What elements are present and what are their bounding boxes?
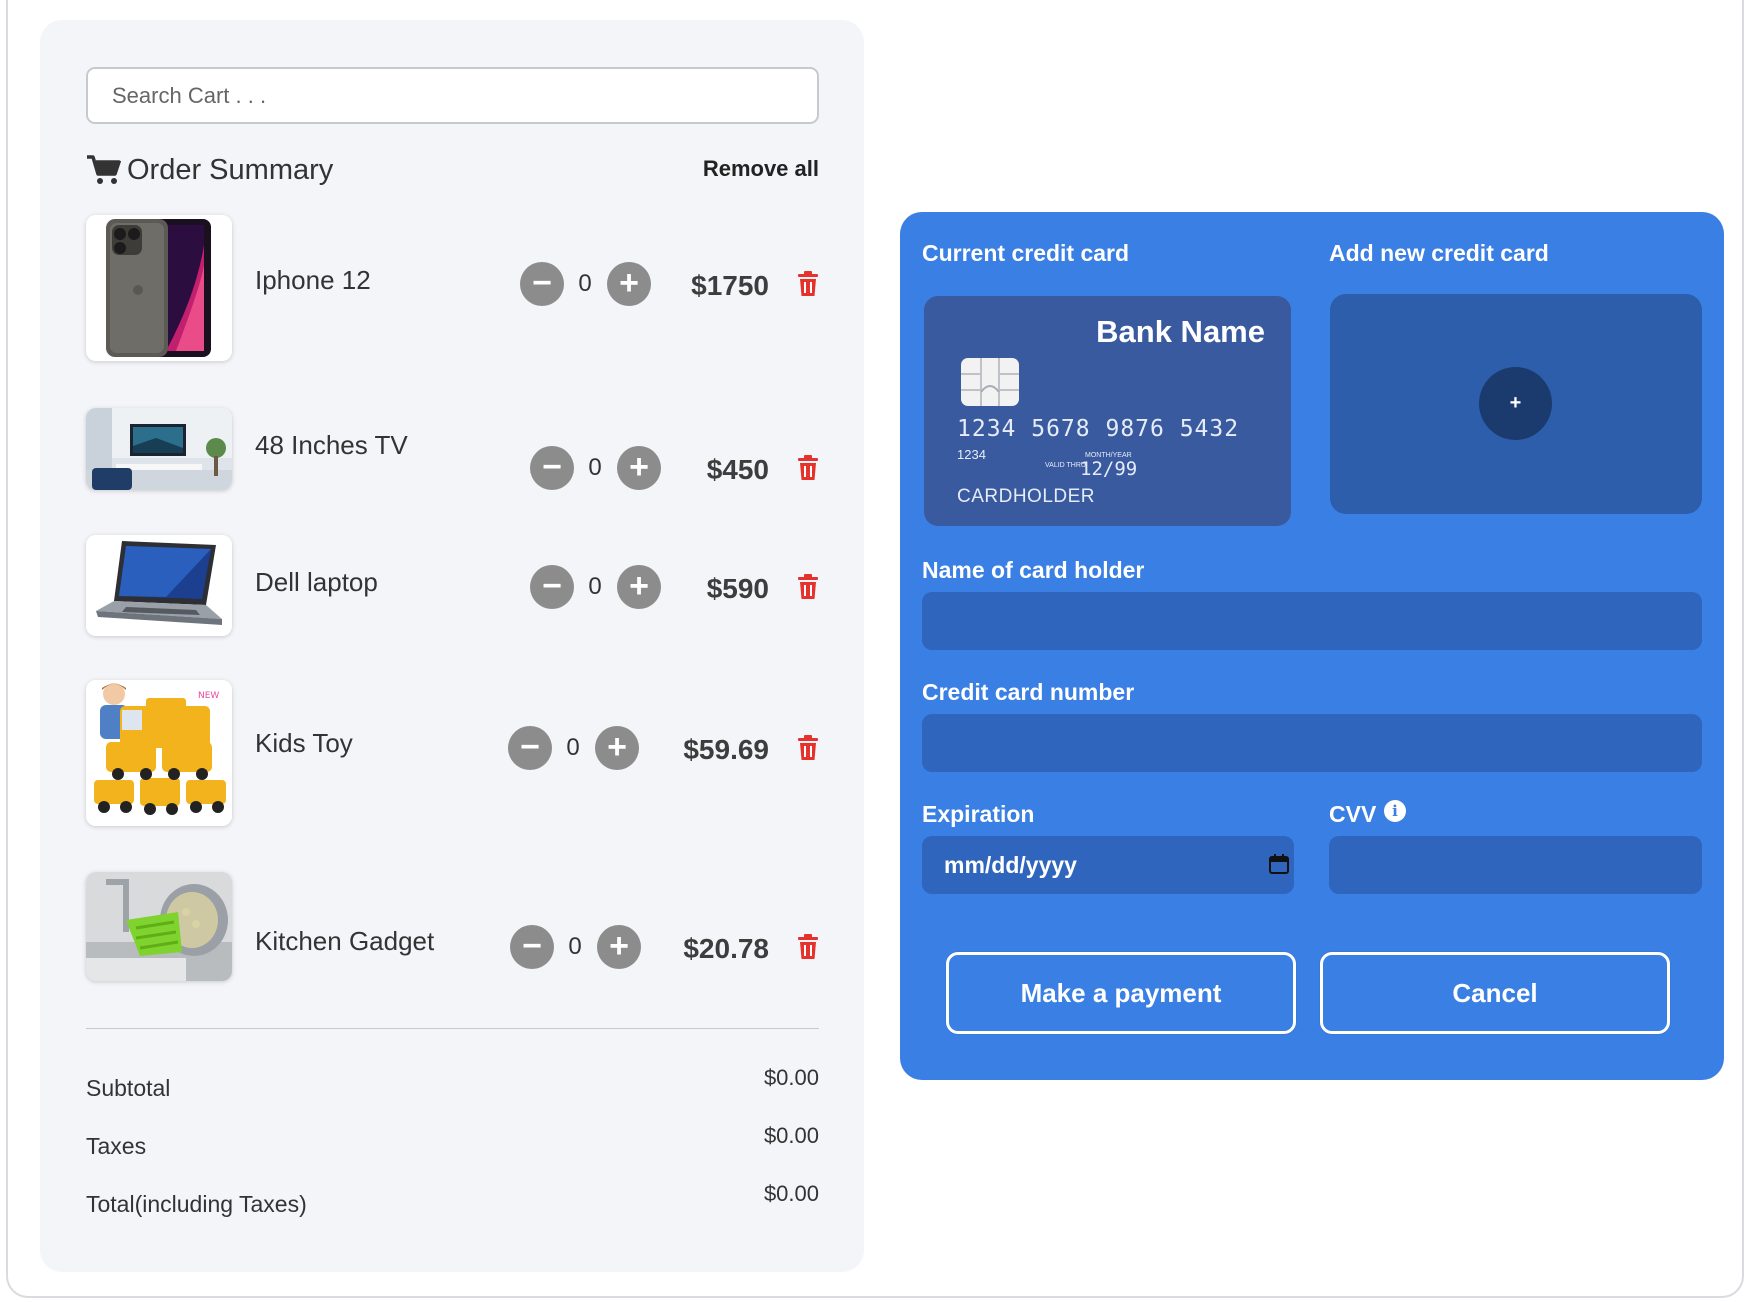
quantity-value: 0 <box>568 933 582 960</box>
app-frame: Order Summary Remove all <box>6 0 1744 1298</box>
cardholder-name-input[interactable] <box>922 592 1702 650</box>
trash-icon[interactable] <box>797 934 819 960</box>
total-label: Total(including Taxes) <box>86 1191 307 1217</box>
add-card-label: Add new credit card <box>1329 240 1549 266</box>
trash-icon[interactable] <box>797 574 819 600</box>
credit-card-preview: Bank Name 1234 5678 9876 5432 1234 VALID… <box>924 296 1291 526</box>
increase-quantity-button[interactable]: + <box>617 565 661 609</box>
quantity-stepper: − 0 + <box>530 446 661 490</box>
current-card-label: Current credit card <box>922 240 1130 266</box>
quantity-value: 0 <box>566 734 580 761</box>
cardholder-name: CARDHOLDER <box>957 486 1096 507</box>
quantity-stepper: − 0 + <box>508 726 639 770</box>
order-summary-title: Order Summary <box>127 154 334 186</box>
card-number-input[interactable] <box>922 714 1702 772</box>
increase-quantity-button[interactable]: + <box>607 262 651 306</box>
taxes-row: Taxes $0.00 <box>86 1123 819 1159</box>
item-price: $590 <box>706 573 769 604</box>
cart-item: Kitchen Gadget − 0 + $20.78 <box>86 872 819 981</box>
card-number: 1234 5678 9876 5432 <box>957 416 1240 442</box>
cancel-button[interactable]: Cancel <box>1320 952 1670 1034</box>
decrease-quantity-button[interactable]: − <box>520 262 564 306</box>
taxes-value: $0.00 <box>763 1123 819 1148</box>
cart-item: 48 Inches TV − 0 + $450 <box>86 408 819 490</box>
item-price: $59.69 <box>683 734 769 765</box>
taxes-label: Taxes <box>86 1133 147 1159</box>
cardholder-name-label: Name of card holder <box>922 557 1145 583</box>
total-value: $0.00 <box>763 1181 819 1206</box>
decrease-quantity-button[interactable]: − <box>530 565 574 609</box>
quantity-stepper: − 0 + <box>530 565 661 609</box>
cart-panel: Order Summary Remove all <box>40 20 864 1272</box>
cart-item: NEW Kids Toy − 0 + $59.69 <box>86 680 819 826</box>
calendar-icon[interactable] <box>1269 854 1289 874</box>
decrease-quantity-button[interactable]: − <box>508 726 552 770</box>
item-name: Kitchen Gadget <box>255 926 435 956</box>
increase-quantity-button[interactable]: + <box>617 446 661 490</box>
item-name: Iphone 12 <box>255 265 371 295</box>
expiration-label: Expiration <box>922 801 1035 827</box>
quantity-value: 0 <box>588 573 602 600</box>
increase-quantity-button[interactable]: + <box>595 726 639 770</box>
order-summary-header: Order Summary Remove all <box>86 150 819 190</box>
subtotal-value: $0.00 <box>763 1065 819 1090</box>
total-row: Total(including Taxes) $0.00 <box>86 1181 819 1217</box>
item-name: 48 Inches TV <box>255 430 408 460</box>
card-number-short: 1234 <box>957 447 986 462</box>
increase-quantity-button[interactable]: + <box>597 925 641 969</box>
quantity-stepper: − 0 + <box>510 925 641 969</box>
decrease-quantity-button[interactable]: − <box>510 925 554 969</box>
info-icon[interactable]: i <box>1384 800 1406 822</box>
cvv-input[interactable] <box>1329 836 1702 894</box>
bank-name: Bank Name <box>1096 314 1265 349</box>
cart-item: Iphone 12 − 0 + $1750 <box>86 215 819 361</box>
shopping-cart-icon <box>87 155 121 184</box>
tv-image <box>86 408 232 490</box>
card-expiry: 12/99 <box>1080 458 1138 480</box>
remove-all-button[interactable]: Remove all <box>703 156 819 182</box>
laptop-image <box>86 535 232 636</box>
subtotal-row: Subtotal $0.00 <box>86 1065 819 1101</box>
svg-text:NEW: NEW <box>198 691 219 701</box>
add-icon[interactable]: + <box>1479 367 1552 440</box>
item-price: $450 <box>706 454 769 485</box>
trash-icon[interactable] <box>797 735 819 761</box>
make-payment-button[interactable]: Make a payment <box>946 952 1296 1034</box>
card-chip-icon <box>961 358 1019 406</box>
cvv-label: CVV <box>1329 801 1377 827</box>
expiration-date-input[interactable] <box>922 836 1294 894</box>
payment-panel: Current credit card Add new credit card … <box>900 212 1724 1080</box>
item-price: $1750 <box>691 270 769 301</box>
search-cart-input[interactable] <box>86 67 819 124</box>
quantity-stepper: − 0 + <box>520 262 651 306</box>
item-name: Kids Toy <box>255 728 353 758</box>
add-new-card-button[interactable]: + <box>1330 294 1702 514</box>
trash-icon[interactable] <box>797 271 819 297</box>
item-name: Dell laptop <box>255 567 378 597</box>
trash-icon[interactable] <box>797 455 819 481</box>
totals-divider <box>86 1028 819 1029</box>
quantity-value: 0 <box>588 454 602 481</box>
decrease-quantity-button[interactable]: − <box>530 446 574 490</box>
toy-image: NEW <box>86 680 232 826</box>
subtotal-label: Subtotal <box>86 1075 171 1101</box>
kitchen-gadget-image <box>86 872 232 981</box>
iphone-image <box>86 215 232 361</box>
card-number-label: Credit card number <box>922 679 1135 705</box>
cart-item: Dell laptop − 0 + $590 <box>86 535 819 636</box>
item-price: $20.78 <box>683 933 769 964</box>
quantity-value: 0 <box>578 270 592 297</box>
